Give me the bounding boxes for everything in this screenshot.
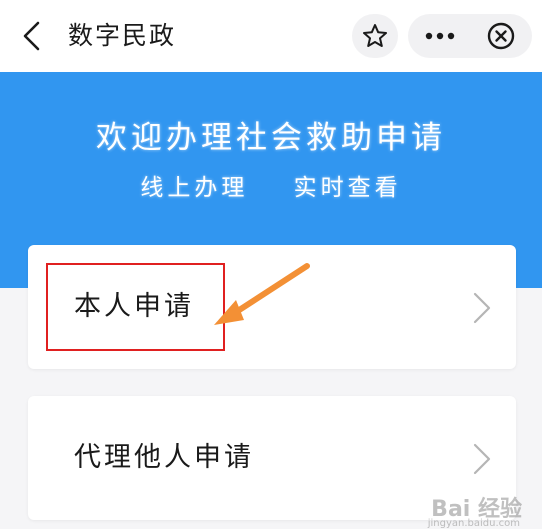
page-title: 数字民政 xyxy=(68,18,176,54)
top-bar: 数字民政 xyxy=(0,0,542,72)
close-button[interactable] xyxy=(478,14,532,58)
more-button[interactable] xyxy=(408,14,470,58)
close-circle-icon xyxy=(487,22,515,50)
banner-subtitle-realtime: 实时查看 xyxy=(294,175,402,201)
banner-subtitle-online: 线上办理 xyxy=(140,175,248,201)
chevron-right-icon xyxy=(472,291,492,325)
option-proxy-apply-label: 代理他人申请 xyxy=(74,438,254,478)
banner-subtitle: 线上办理 实时查看 xyxy=(0,168,542,202)
banner-title: 欢迎办理社会救助申请 xyxy=(0,112,542,157)
chevron-right-icon xyxy=(472,442,492,476)
more-dots-icon xyxy=(425,32,455,40)
option-self-apply-label: 本人申请 xyxy=(74,287,194,327)
mini-program-capsule xyxy=(408,14,532,58)
chevron-left-icon xyxy=(18,20,48,52)
watermark-url: jingyan.baidu.com xyxy=(428,518,520,529)
option-self-apply[interactable]: 本人申请 xyxy=(28,245,516,369)
star-icon xyxy=(362,23,388,49)
favorite-button[interactable] xyxy=(352,14,398,58)
back-button[interactable] xyxy=(18,20,48,52)
